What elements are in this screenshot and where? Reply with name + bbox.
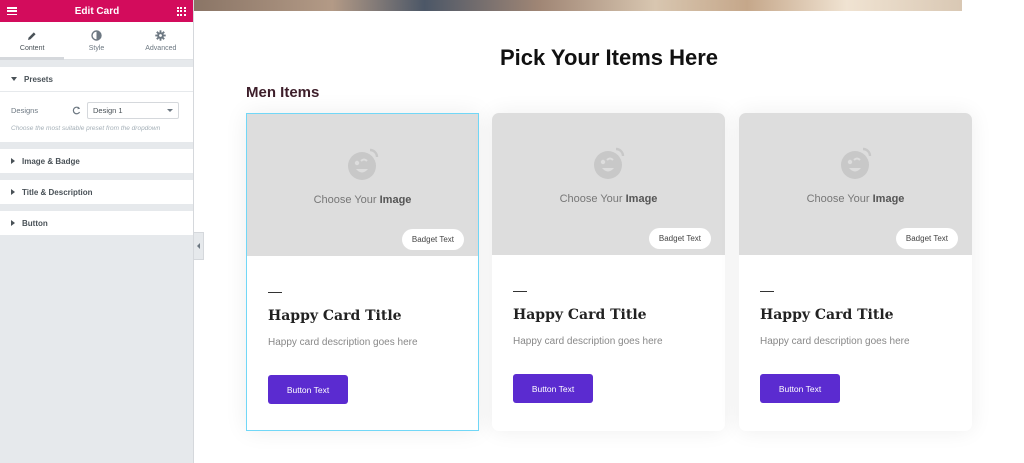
card-description: Happy card description goes here — [268, 337, 418, 348]
choose-image-text: Choose Your Image — [806, 193, 905, 205]
reset-icon[interactable] — [71, 105, 81, 115]
card-button[interactable]: Button Text — [268, 375, 348, 404]
editor-panel: Edit Card Content Style Advanced Presets… — [0, 0, 194, 463]
widgets-grid-icon[interactable] — [176, 6, 186, 16]
menu-icon[interactable] — [7, 7, 17, 15]
title-separator — [268, 292, 282, 293]
tab-advanced-label: Advanced — [145, 44, 177, 52]
panel-tabs: Content Style Advanced — [0, 22, 193, 60]
designs-control: Designs Design 1 — [11, 101, 182, 119]
image-badge-section-label: Image & Badge — [22, 156, 80, 166]
presets-section-label: Presets — [24, 74, 53, 84]
contrast-icon — [91, 30, 102, 42]
tab-style[interactable]: Style — [64, 22, 128, 59]
image-placeholder-icon — [840, 147, 871, 179]
panel-header: Edit Card — [0, 0, 193, 22]
caret-right-icon — [11, 220, 15, 226]
tab-content[interactable]: Content — [0, 22, 65, 60]
chevron-left-icon — [197, 243, 200, 249]
card-image: Choose Your Image Badget Text — [739, 113, 972, 255]
card-1[interactable]: Choose Your Image Badget Text Happy Card… — [246, 113, 479, 431]
card-3[interactable]: Choose Your Image Badget Text Happy Card… — [739, 113, 972, 431]
caret-down-icon — [11, 77, 17, 81]
image-placeholder-icon — [347, 148, 378, 180]
card-body: Happy Card Title Happy card description … — [739, 291, 972, 403]
card-button[interactable]: Button Text — [513, 374, 593, 403]
card-body: Happy Card Title Happy card description … — [492, 291, 725, 403]
presets-section: Presets Designs Design 1 Choose the most… — [0, 67, 193, 142]
card-badge: Badget Text — [401, 229, 464, 250]
title-description-section-label: Title & Description — [22, 187, 93, 197]
section-heading: Men Items — [246, 84, 320, 101]
image-badge-section: Image & Badge — [0, 149, 193, 173]
card-title: Happy Card Title — [268, 308, 402, 324]
designs-help-text: Choose the most suitable preset from the… — [11, 125, 161, 132]
panel-title: Edit Card — [74, 5, 120, 17]
presets-section-body: Designs Design 1 Choose the most suitabl… — [0, 91, 193, 142]
caret-right-icon — [11, 158, 15, 164]
designs-label: Designs — [11, 105, 39, 115]
chevron-down-icon — [167, 108, 173, 112]
button-section-header[interactable]: Button — [0, 211, 193, 235]
title-description-section-header[interactable]: Title & Description — [0, 180, 193, 204]
title-separator — [760, 291, 774, 292]
card-description: Happy card description goes here — [760, 336, 910, 347]
card-button[interactable]: Button Text — [760, 374, 840, 403]
gear-icon — [155, 30, 167, 42]
card-image: Choose Your Image Badget Text — [492, 113, 725, 255]
page-title: Pick Your Items Here — [499, 45, 719, 70]
title-description-section: Title & Description — [0, 180, 193, 204]
card-title: Happy Card Title — [760, 307, 894, 323]
image-placeholder-icon — [593, 147, 624, 179]
designs-select-value: Design 1 — [93, 105, 123, 115]
card-description: Happy card description goes here — [513, 336, 663, 347]
button-section-label: Button — [22, 218, 48, 228]
image-badge-section-header[interactable]: Image & Badge — [0, 149, 193, 173]
card-badge: Badget Text — [895, 228, 958, 249]
designs-select[interactable]: Design 1 — [87, 101, 179, 119]
choose-image-text: Choose Your Image — [313, 194, 412, 206]
tab-content-label: Content — [19, 44, 45, 52]
card-badge: Badget Text — [648, 228, 711, 249]
card-title: Happy Card Title — [513, 307, 647, 323]
card-body: Happy Card Title Happy card description … — [247, 292, 478, 404]
collapse-panel-button[interactable] — [194, 232, 204, 260]
presets-section-header[interactable]: Presets — [0, 67, 193, 91]
hero-image-strip — [194, 0, 962, 11]
tab-style-label: Style — [88, 44, 105, 52]
button-section: Button — [0, 211, 193, 235]
pencil-icon — [27, 30, 37, 42]
choose-image-text: Choose Your Image — [559, 193, 658, 205]
caret-right-icon — [11, 189, 15, 195]
card-image: Choose Your Image Badget Text — [247, 114, 478, 256]
tab-advanced[interactable]: Advanced — [129, 22, 193, 59]
title-separator — [513, 291, 527, 292]
card-2[interactable]: Choose Your Image Badget Text Happy Card… — [492, 113, 725, 431]
